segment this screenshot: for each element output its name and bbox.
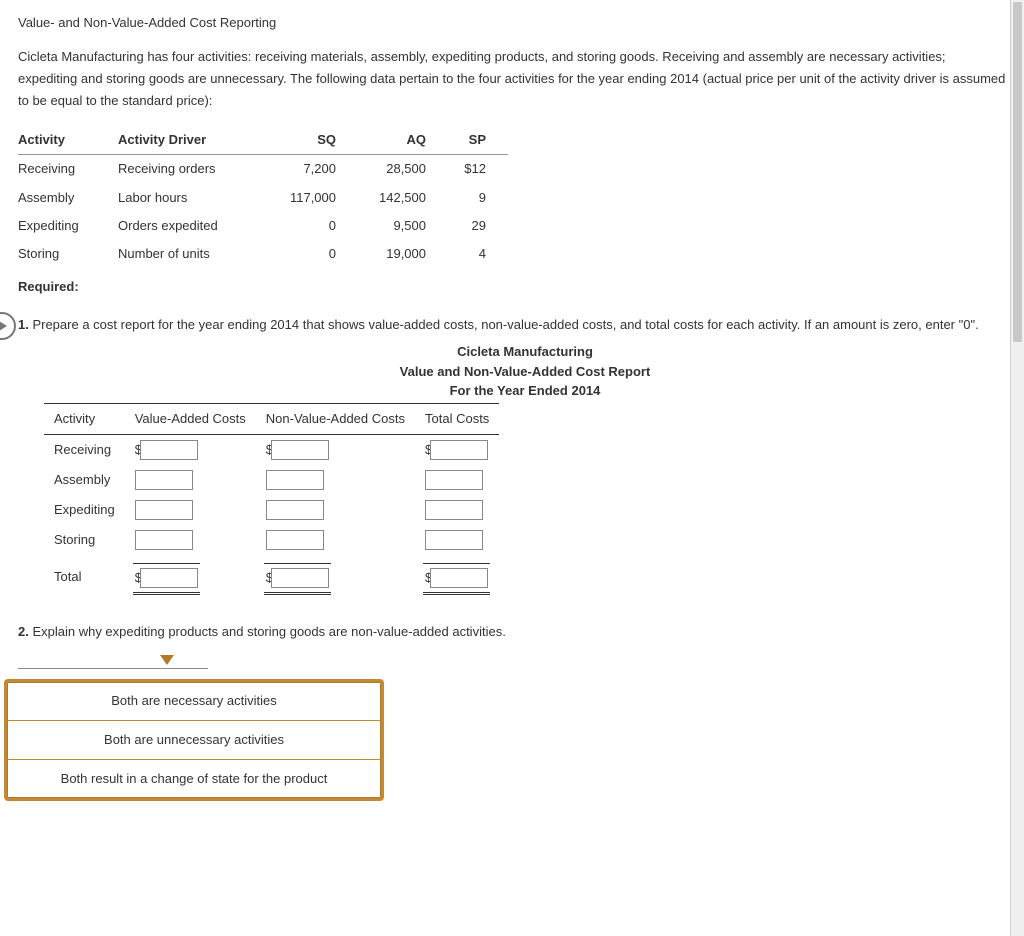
cell-sq: 117,000: [268, 184, 358, 212]
report-period: For the Year Ended 2014: [44, 381, 1006, 401]
q2-number: 2.: [18, 624, 29, 639]
cell-driver: Labor hours: [118, 184, 268, 212]
assembly-va-input[interactable]: [135, 470, 193, 490]
cell-sq: 0: [268, 240, 358, 268]
scroll-thumb[interactable]: [1013, 2, 1022, 342]
expediting-nva-input[interactable]: [266, 500, 324, 520]
chevron-down-icon: [160, 655, 174, 665]
cell-activity: Assembly: [18, 184, 118, 212]
report-row: Assembly: [44, 465, 499, 495]
report-title: Value and Non-Value-Added Cost Report: [44, 362, 1006, 382]
cell-activity: Expediting: [18, 212, 118, 240]
dropdown-panel: Both are necessary activities Both are u…: [4, 679, 384, 801]
cell-sq: 0: [268, 212, 358, 240]
cell-aq: 9,500: [358, 212, 448, 240]
table-row: Receiving Receiving orders 7,200 28,500 …: [18, 155, 508, 184]
expediting-total-input[interactable]: [425, 500, 483, 520]
activity-data-table: Activity Activity Driver SQ AQ SP Receiv…: [18, 126, 508, 267]
q1-text: Prepare a cost report for the year endin…: [29, 317, 979, 332]
report-row: Receiving $ $ $: [44, 434, 499, 465]
dropdown-field[interactable]: [18, 661, 208, 669]
cell-driver: Receiving orders: [118, 155, 268, 184]
cell-activity: Storing: [18, 240, 118, 268]
question-2: 2. Explain why expediting products and s…: [18, 621, 1006, 643]
row-label: Receiving: [44, 434, 125, 465]
row-label: Assembly: [44, 465, 125, 495]
storing-total-input[interactable]: [425, 530, 483, 550]
receiving-va-input[interactable]: [140, 440, 198, 460]
table-row: Expediting Orders expedited 0 9,500 29: [18, 212, 508, 240]
vertical-scrollbar[interactable]: [1010, 0, 1024, 936]
row-label: Storing: [44, 525, 125, 555]
report-total-row: Total $ $ $: [44, 555, 499, 593]
col-activity: Activity: [44, 403, 125, 434]
dropdown-option[interactable]: Both are necessary activities: [7, 682, 381, 720]
cell-sp: 4: [448, 240, 508, 268]
th-activity: Activity: [18, 126, 118, 155]
report-row: Storing: [44, 525, 499, 555]
total-total-input[interactable]: [430, 568, 488, 588]
storing-va-input[interactable]: [135, 530, 193, 550]
th-sq: SQ: [268, 126, 358, 155]
page-title: Value- and Non-Value-Added Cost Reportin…: [18, 12, 1006, 34]
dropdown-option[interactable]: Both are unnecessary activities: [7, 720, 381, 759]
cell-sp: 29: [448, 212, 508, 240]
table-row: Storing Number of units 0 19,000 4: [18, 240, 508, 268]
cell-sp: $12: [448, 155, 508, 184]
cell-sp: 9: [448, 184, 508, 212]
table-row: Assembly Labor hours 117,000 142,500 9: [18, 184, 508, 212]
receiving-total-input[interactable]: [430, 440, 488, 460]
cell-aq: 28,500: [358, 155, 448, 184]
col-va: Value-Added Costs: [125, 403, 256, 434]
cell-aq: 142,500: [358, 184, 448, 212]
total-label: Total: [44, 555, 125, 593]
assembly-nva-input[interactable]: [266, 470, 324, 490]
dropdown-option[interactable]: Both result in a change of state for the…: [7, 759, 381, 798]
receiving-nva-input[interactable]: [271, 440, 329, 460]
th-sp: SP: [448, 126, 508, 155]
expediting-va-input[interactable]: [135, 500, 193, 520]
cost-report-table: Activity Value-Added Costs Non-Value-Add…: [44, 403, 499, 594]
total-nva-input[interactable]: [271, 568, 329, 588]
assembly-total-input[interactable]: [425, 470, 483, 490]
col-nva: Non-Value-Added Costs: [256, 403, 415, 434]
cell-driver: Orders expedited: [118, 212, 268, 240]
cell-sq: 7,200: [268, 155, 358, 184]
th-driver: Activity Driver: [118, 126, 268, 155]
arrow-right-icon: [0, 312, 16, 340]
cell-aq: 19,000: [358, 240, 448, 268]
row-label: Expediting: [44, 495, 125, 525]
cell-driver: Number of units: [118, 240, 268, 268]
storing-nva-input[interactable]: [266, 530, 324, 550]
report-header: Cicleta Manufacturing Value and Non-Valu…: [44, 342, 1006, 401]
q1-number: 1.: [18, 317, 29, 332]
th-aq: AQ: [358, 126, 448, 155]
report-row: Expediting: [44, 495, 499, 525]
intro-paragraph: Cicleta Manufacturing has four activitie…: [18, 46, 1006, 112]
question-1: 1. Prepare a cost report for the year en…: [18, 314, 1006, 336]
col-total: Total Costs: [415, 403, 499, 434]
q2-text: Explain why expediting products and stor…: [29, 624, 506, 639]
required-label: Required:: [18, 276, 1006, 298]
total-va-input[interactable]: [140, 568, 198, 588]
cell-activity: Receiving: [18, 155, 118, 184]
report-company: Cicleta Manufacturing: [44, 342, 1006, 362]
